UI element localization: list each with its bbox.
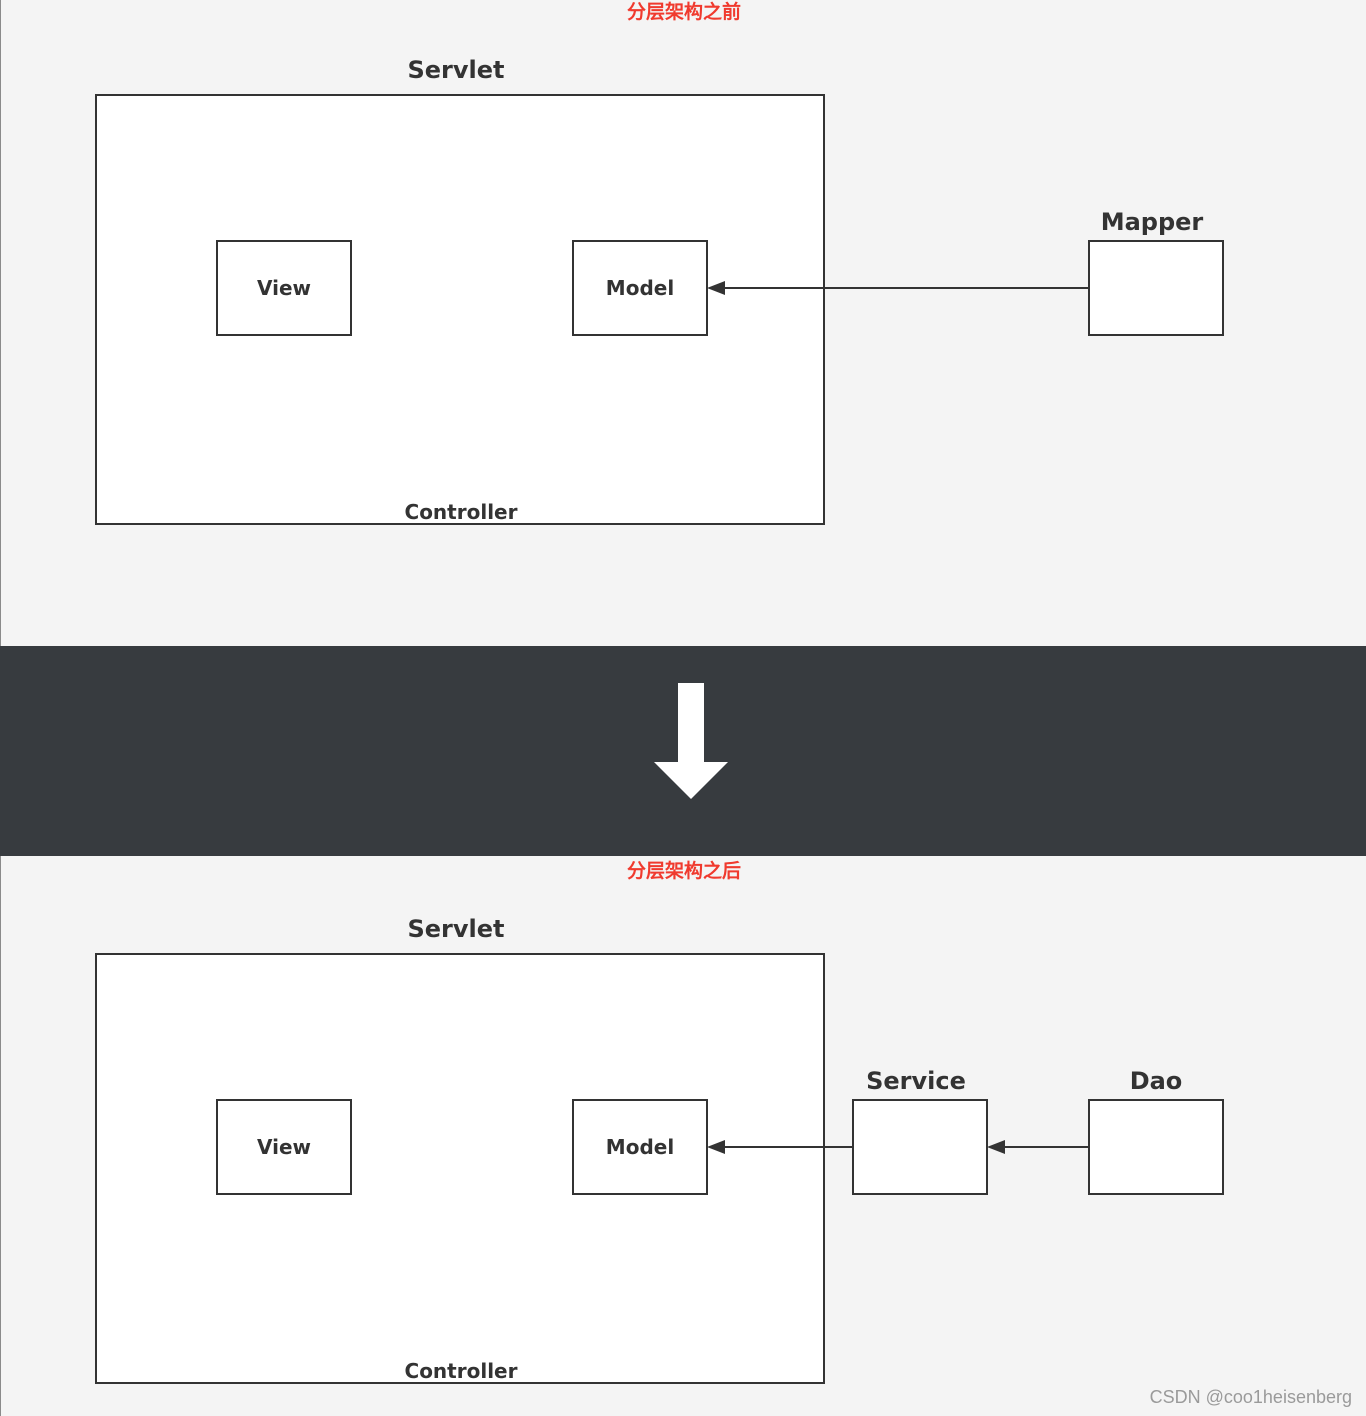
dao-to-service-arrowhead [987, 1140, 1005, 1154]
view-label: View [256, 1135, 312, 1159]
model-label: Model [605, 1135, 675, 1159]
before-layering-panel: 分层架构之前 Servlet Controller View Model Map… [0, 0, 1366, 646]
service-box [852, 1099, 988, 1195]
servlet-title: Servlet [407, 915, 505, 943]
service-to-model-arrowhead [707, 1140, 725, 1154]
controller-label: Controller [404, 1359, 518, 1383]
view-box: View [216, 240, 352, 336]
model-box: Model [572, 1099, 708, 1195]
watermark: CSDN @coo1heisenberg [1149, 1387, 1352, 1407]
before-heading: 分层架构之前 [626, 1, 741, 23]
service-to-model-line [723, 1146, 852, 1148]
after-heading: 分层架构之后 [626, 860, 741, 882]
model-box: Model [572, 240, 708, 336]
dao-title: Dao [1129, 1067, 1183, 1095]
service-title: Service [866, 1067, 966, 1095]
dao-to-service-line [1003, 1146, 1088, 1148]
controller-label: Controller [404, 500, 518, 524]
down-arrow-icon [654, 683, 728, 799]
view-box: View [216, 1099, 352, 1195]
after-layering-panel: 分层架构之后 Servlet Controller View Model Ser… [0, 856, 1366, 1416]
mapper-box [1088, 240, 1224, 336]
model-label: Model [605, 276, 675, 300]
servlet-container-box: Controller [95, 94, 825, 525]
view-label: View [256, 276, 312, 300]
servlet-title: Servlet [407, 56, 505, 84]
mapper-title: Mapper [1100, 208, 1204, 236]
mapper-to-model-line [723, 287, 1088, 289]
transition-band [0, 646, 1366, 856]
mapper-to-model-arrowhead [707, 281, 725, 295]
dao-box [1088, 1099, 1224, 1195]
servlet-container-box: Controller [95, 953, 825, 1384]
